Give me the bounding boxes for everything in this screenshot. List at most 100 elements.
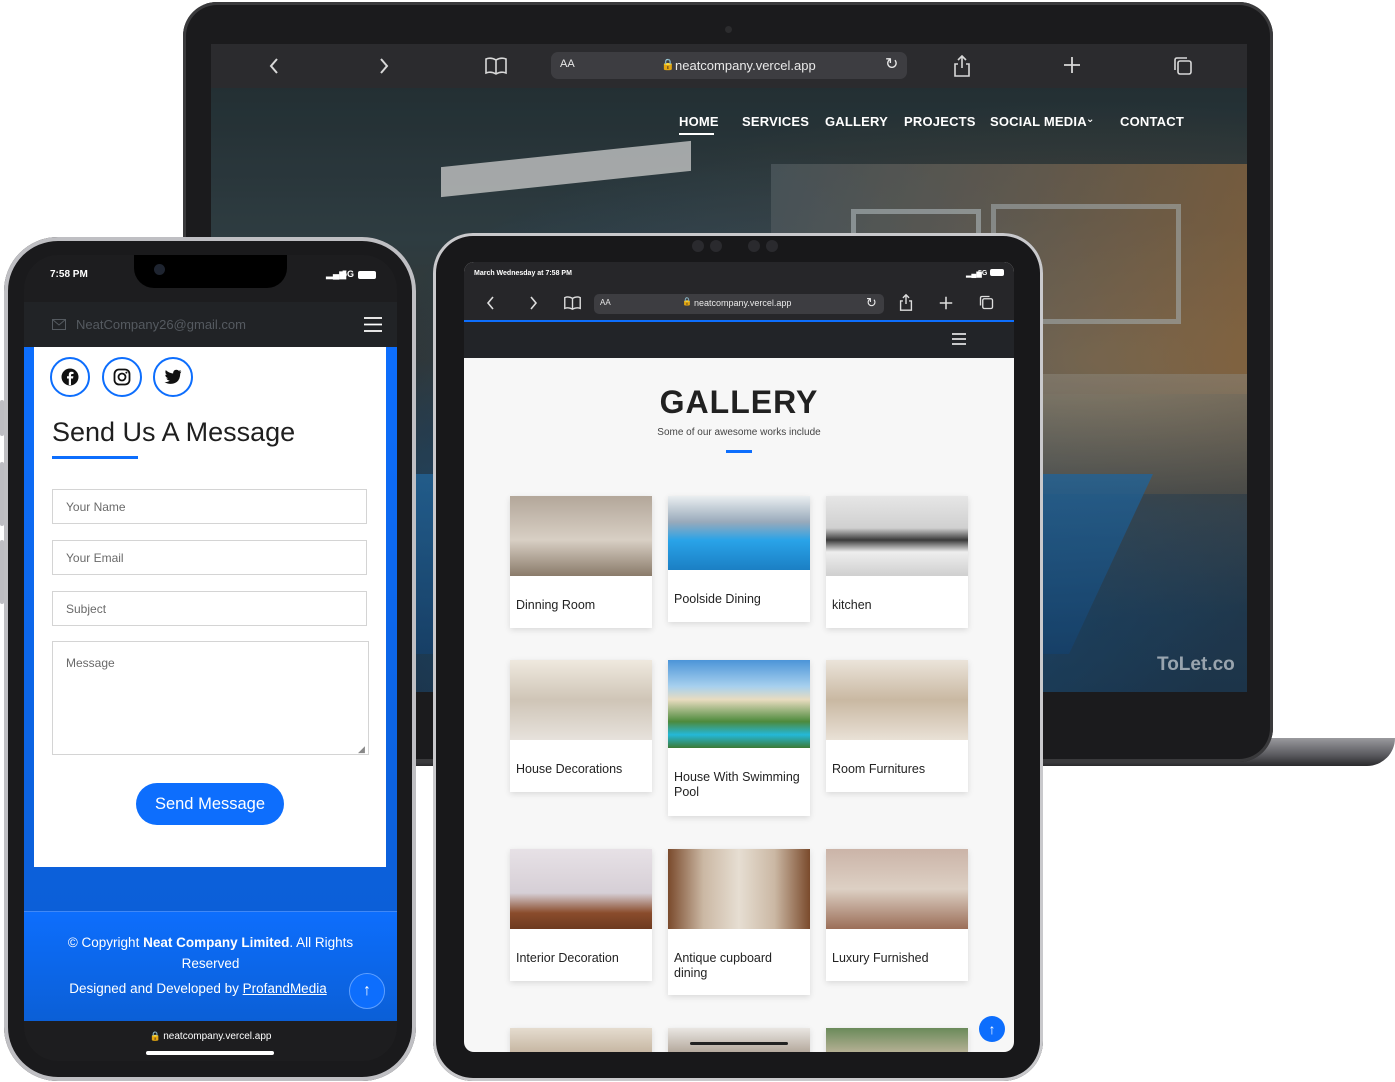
tablet-status-time: March Wednesday at 7:58 PM: [474, 270, 572, 277]
instagram-icon[interactable]: [102, 357, 142, 397]
home-indicator: [690, 1042, 788, 1045]
laptop-address-bar[interactable]: AA 🔒 neatcompany.vercel.app ↻: [551, 52, 907, 79]
book-icon[interactable]: [564, 296, 581, 315]
tablet-site-header: [464, 320, 1014, 358]
gallery-card[interactable]: Room Furnitures: [826, 660, 968, 792]
gallery-card-image: [668, 849, 810, 929]
scroll-to-top-button[interactable]: ↑: [979, 1016, 1005, 1042]
nav-projects[interactable]: PROJECTS: [904, 114, 976, 129]
gallery-card-image: [826, 849, 968, 929]
gallery-card[interactable]: [510, 1028, 652, 1052]
gallery-card-title: House Decorations: [516, 762, 623, 776]
gallery-card-image: [510, 496, 652, 576]
form-title-underline: [52, 456, 138, 459]
laptop-camera: [725, 26, 732, 33]
gallery-card-image: [826, 1028, 968, 1052]
chevron-down-icon[interactable]: ⌄: [1086, 114, 1095, 125]
phone-site-header: NeatCompany26@gmail.com: [24, 302, 397, 347]
gallery-card[interactable]: kitchen: [826, 496, 968, 628]
credits-text: Designed and Developed by ProfandMedia: [48, 978, 348, 999]
gallery-card-title: Dinning Room: [516, 598, 596, 612]
email-field[interactable]: Your Email: [52, 540, 367, 575]
chevron-right-icon[interactable]: [528, 294, 538, 317]
nav-services[interactable]: SERVICES: [742, 114, 809, 129]
share-icon[interactable]: [953, 54, 971, 82]
laptop-url-text: neatcompany.vercel.app: [675, 58, 816, 73]
credits-prefix: Designed and Developed by: [69, 981, 243, 996]
book-icon[interactable]: [485, 57, 507, 80]
plus-icon[interactable]: [1063, 56, 1081, 79]
copyright-text: © Copyright Neat Company Limited. All Ri…: [54, 932, 367, 974]
send-message-button[interactable]: Send Message: [136, 783, 284, 825]
tablet-sensor: [692, 240, 704, 252]
gallery-title-underline: [726, 450, 752, 453]
phone-notch: [134, 255, 287, 288]
copyright-prefix: © Copyright: [67, 935, 144, 950]
laptop-safari-toolbar: AA 🔒 neatcompany.vercel.app ↻: [211, 44, 1247, 88]
gallery-card-title: Luxury Furnished: [832, 951, 929, 965]
phone-url-text: neatcompany.vercel.app: [163, 1031, 272, 1042]
menu-icon[interactable]: [364, 317, 382, 337]
gallery-card[interactable]: Interior Decoration: [510, 849, 652, 981]
lock-icon: 🔒: [149, 1031, 164, 1041]
phone-network: 5G: [342, 269, 355, 279]
gallery-card-image: [668, 496, 810, 570]
text-size-button[interactable]: AA: [560, 58, 575, 70]
tabs-icon[interactable]: [1173, 56, 1193, 81]
tablet-safari-toolbar: AA 🔒 neatcompany.vercel.app ↻: [464, 286, 1014, 320]
form-title: Send Us A Message: [52, 417, 296, 447]
reload-icon[interactable]: ↻: [885, 54, 898, 74]
battery-icon: [358, 271, 376, 279]
tabs-icon[interactable]: [979, 295, 994, 315]
nav-gallery[interactable]: GALLERY: [825, 114, 888, 129]
chevron-left-icon[interactable]: [486, 294, 496, 317]
text-size-button[interactable]: AA: [600, 298, 611, 307]
gallery-card[interactable]: Dinning Room: [510, 496, 652, 628]
watermark-text: ToLet.co: [1157, 654, 1235, 675]
header-email[interactable]: NeatCompany26@gmail.com: [76, 317, 246, 332]
gallery-card-image: [510, 1028, 652, 1052]
gallery-subtitle: Some of our awesome works include: [657, 427, 821, 438]
gallery-card[interactable]: [668, 1028, 810, 1052]
gallery-title: GALLERY: [659, 384, 819, 420]
gallery-card-title: Interior Decoration: [516, 951, 619, 965]
gallery-card[interactable]: Poolside Dining: [668, 496, 810, 622]
gallery-card-image: [510, 660, 652, 740]
nav-contact[interactable]: CONTACT: [1120, 114, 1184, 129]
message-field[interactable]: Message: [52, 641, 369, 755]
scroll-to-top-button[interactable]: ↑: [349, 973, 385, 1009]
company-name: Neat Company Limited: [143, 935, 290, 950]
nav-social-media[interactable]: SOCIAL MEDIA: [990, 114, 1087, 129]
gallery-card[interactable]: Luxury Furnished: [826, 849, 968, 981]
gallery-card-title: kitchen: [832, 598, 872, 612]
tablet-screen: March Wednesday at 7:58 PM ▂▄▆ 5G AA 🔒 n…: [464, 262, 1014, 1052]
gallery-card[interactable]: House With Swimming Pool: [668, 660, 810, 816]
tablet-sensor: [748, 240, 760, 252]
gallery-card-title: Antique cupboard dining: [674, 951, 772, 980]
nav-home[interactable]: HOME: [679, 114, 719, 129]
resize-handle-icon[interactable]: ◢: [358, 744, 365, 755]
gallery-card[interactable]: House Decorations: [510, 660, 652, 792]
home-indicator: [146, 1051, 274, 1055]
lock-icon: 🔒: [682, 297, 692, 306]
facebook-icon[interactable]: [50, 357, 90, 397]
plus-icon[interactable]: [939, 296, 953, 315]
gallery-card-image: [826, 496, 968, 576]
share-icon[interactable]: [899, 293, 913, 316]
designer-link[interactable]: ProfandMedia: [243, 981, 327, 996]
gallery-card[interactable]: [826, 1028, 968, 1052]
reload-icon[interactable]: ↻: [866, 295, 877, 311]
subject-field[interactable]: Subject: [52, 591, 367, 626]
twitter-icon[interactable]: [153, 357, 193, 397]
name-field[interactable]: Your Name: [52, 489, 367, 524]
phone-url-bar[interactable]: 🔒 neatcompany.vercel.app: [24, 1031, 397, 1042]
menu-icon[interactable]: [952, 332, 966, 350]
gallery-card-image: [668, 660, 810, 748]
phone-status-time: 7:58 PM: [50, 269, 88, 280]
gallery-card-image: [510, 849, 652, 929]
mail-icon: [52, 317, 66, 335]
battery-icon: [990, 269, 1004, 276]
tablet-address-bar[interactable]: AA 🔒 neatcompany.vercel.app ↻: [594, 294, 884, 314]
tablet-sensor: [710, 240, 722, 252]
gallery-card[interactable]: Antique cupboard dining: [668, 849, 810, 995]
